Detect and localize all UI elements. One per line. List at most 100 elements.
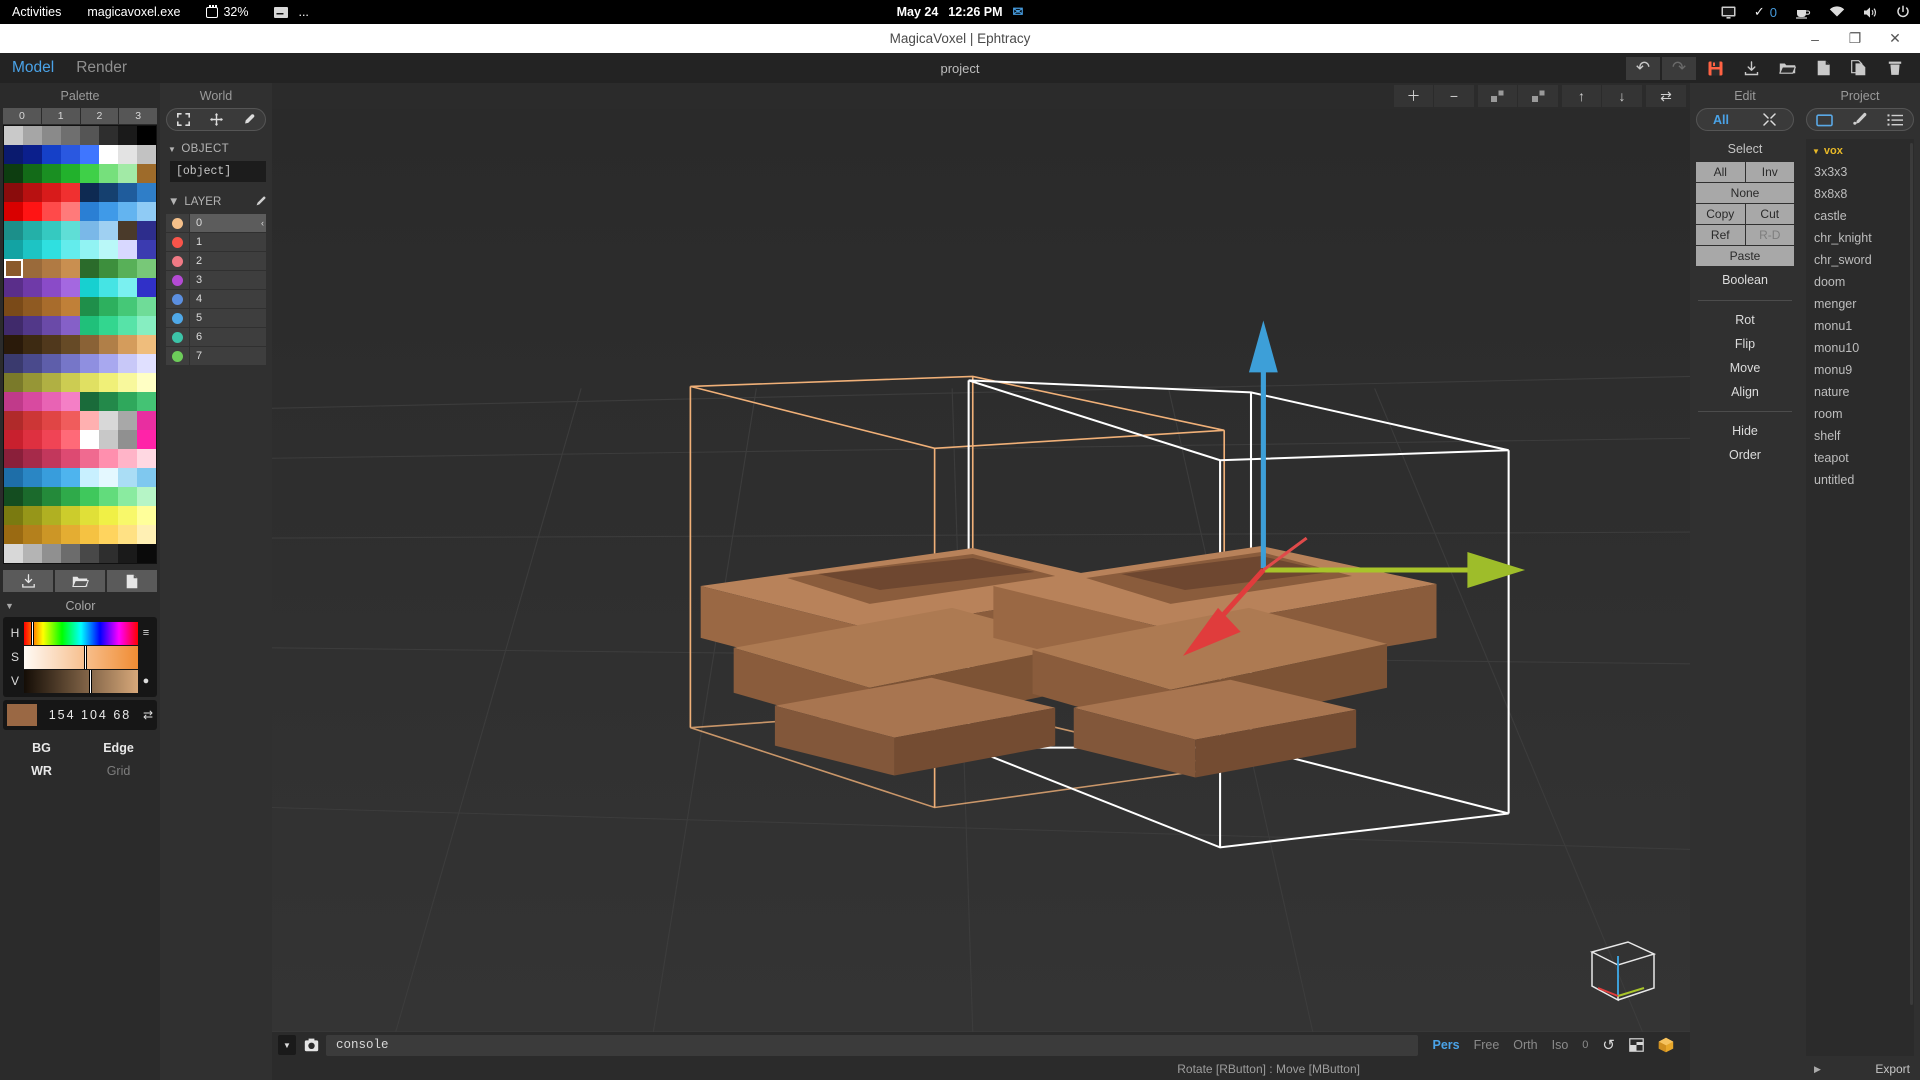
palette-swatch[interactable] <box>4 183 23 202</box>
palette-swatch[interactable] <box>23 544 42 563</box>
layer-color-dot[interactable] <box>172 293 183 305</box>
palette-swatch[interactable] <box>80 354 99 373</box>
rotate-camera-icon[interactable]: ↺ <box>1602 1036 1615 1054</box>
palette-swatch[interactable] <box>80 259 99 278</box>
palette-swatch[interactable] <box>4 411 23 430</box>
palette-swatch[interactable] <box>80 392 99 411</box>
layer-color-dot-cell[interactable] <box>166 233 189 251</box>
palette-swatch[interactable] <box>80 297 99 316</box>
palette-save-button[interactable] <box>3 570 53 592</box>
project-group-vox[interactable]: ▼ vox <box>1806 143 1914 161</box>
saturation-knob[interactable] <box>84 645 88 669</box>
palette-swatch[interactable] <box>118 221 137 240</box>
palette-swatch[interactable] <box>61 468 80 487</box>
palette-swatch[interactable] <box>99 221 118 240</box>
tab-model[interactable]: Model <box>12 59 54 77</box>
move-button[interactable]: Move <box>1696 356 1794 380</box>
palette-swatch[interactable] <box>61 411 80 430</box>
value-bar[interactable] <box>24 669 138 693</box>
rd-button[interactable]: R-D <box>1745 225 1794 245</box>
mail-icon[interactable]: ✉ <box>1013 4 1024 20</box>
palette-swatch[interactable] <box>80 468 99 487</box>
minimize-button[interactable]: – <box>1796 26 1834 52</box>
palette-swatch[interactable] <box>118 126 137 145</box>
palette-swatch[interactable] <box>80 164 99 183</box>
palette-swatch[interactable] <box>80 202 99 221</box>
palette-swatch[interactable] <box>42 164 61 183</box>
layer-name-label[interactable]: 2 <box>190 252 266 270</box>
palette-swatch[interactable] <box>99 525 118 544</box>
palette-swatch[interactable] <box>99 240 118 259</box>
palette-swatch[interactable] <box>80 316 99 335</box>
project-list-item[interactable]: shelf <box>1806 425 1914 447</box>
palette-swatch[interactable] <box>118 278 137 297</box>
palette-swatch[interactable] <box>42 354 61 373</box>
toggle-bg[interactable]: BG <box>3 738 80 758</box>
palette-swatch[interactable] <box>80 449 99 468</box>
palette-swatch[interactable] <box>61 259 80 278</box>
palette-swatch[interactable] <box>23 164 42 183</box>
camera-mode-orth[interactable]: Orth <box>1513 1038 1537 1052</box>
camera-mode-free[interactable]: Free <box>1474 1038 1500 1052</box>
color-collapse-icon[interactable]: ▼ <box>5 601 14 611</box>
palette-swatch[interactable] <box>23 392 42 411</box>
grid-view-icon[interactable] <box>1629 1038 1644 1052</box>
move-tool-icon[interactable] <box>200 109 233 130</box>
palette-swatch[interactable] <box>42 468 61 487</box>
palette-swatch[interactable] <box>118 240 137 259</box>
palette-swatch[interactable] <box>42 126 61 145</box>
palette-swatch[interactable] <box>61 335 80 354</box>
palette-swatch[interactable] <box>118 449 137 468</box>
gnome-clock[interactable]: May 24 12:26 PM ✉ <box>897 4 1024 20</box>
layer-color-dot-cell[interactable] <box>166 347 189 365</box>
palette-swatch[interactable] <box>4 335 23 354</box>
layer-collapse-icon[interactable]: ▼ <box>168 196 179 208</box>
console-input[interactable]: console <box>326 1034 1419 1056</box>
palette-swatch[interactable] <box>137 164 156 183</box>
palette-swatch[interactable] <box>42 373 61 392</box>
palette-swatch[interactable] <box>137 411 156 430</box>
layer-color-dot[interactable] <box>172 350 183 362</box>
palette-swatch[interactable] <box>23 202 42 221</box>
select-all-button[interactable]: All <box>1696 162 1745 182</box>
palette-swatch[interactable] <box>80 221 99 240</box>
project-list-item[interactable]: castle <box>1806 205 1914 227</box>
palette-swatch[interactable] <box>80 411 99 430</box>
palette-swatch[interactable] <box>61 221 80 240</box>
color-swap-icon[interactable]: ⇄ <box>143 708 153 722</box>
palette-swatch[interactable] <box>42 145 61 164</box>
palette-swatch[interactable] <box>61 430 80 449</box>
palette-swatch[interactable] <box>61 354 80 373</box>
layer-color-dot-cell[interactable] <box>166 252 189 270</box>
palette-swatch[interactable] <box>99 373 118 392</box>
layer-list[interactable]: 0 ‹ 1 2 3 4 5 6 7 <box>166 214 266 365</box>
resource-graph-icon[interactable] <box>274 6 289 18</box>
palette-swatch[interactable] <box>4 202 23 221</box>
project-scrollbar[interactable] <box>1910 143 1913 1005</box>
palette-swatch[interactable] <box>118 487 137 506</box>
add-voxel-icon[interactable]: ＋ <box>1394 85 1434 107</box>
palette-swatch[interactable] <box>99 259 118 278</box>
copy-button[interactable]: Copy <box>1696 204 1745 224</box>
palette-swatch[interactable] <box>23 506 42 525</box>
export-button[interactable]: Export <box>1875 1062 1910 1076</box>
delete-icon[interactable] <box>1878 57 1912 80</box>
palette-swatch[interactable] <box>99 354 118 373</box>
palette-swatch[interactable] <box>99 297 118 316</box>
palette-swatch[interactable] <box>23 449 42 468</box>
open-folder-icon[interactable] <box>1770 57 1804 80</box>
palette-swatch[interactable] <box>137 145 156 164</box>
palette-swatch[interactable] <box>61 202 80 221</box>
current-color-swatch[interactable] <box>7 704 37 726</box>
palette-swatch[interactable] <box>4 449 23 468</box>
palette-swatch[interactable] <box>42 525 61 544</box>
palette-swatch[interactable] <box>23 278 42 297</box>
layer-section-header[interactable]: ▼ LAYER <box>166 182 266 214</box>
palette-swatch[interactable] <box>61 373 80 392</box>
project-list-item[interactable]: room <box>1806 403 1914 425</box>
list-tab-icon[interactable] <box>1878 109 1913 130</box>
rot-button[interactable]: Rot <box>1696 308 1794 332</box>
palette-swatch[interactable] <box>23 259 42 278</box>
ungroup-icon[interactable] <box>1518 85 1558 107</box>
layer-row[interactable]: 2 <box>166 252 266 270</box>
